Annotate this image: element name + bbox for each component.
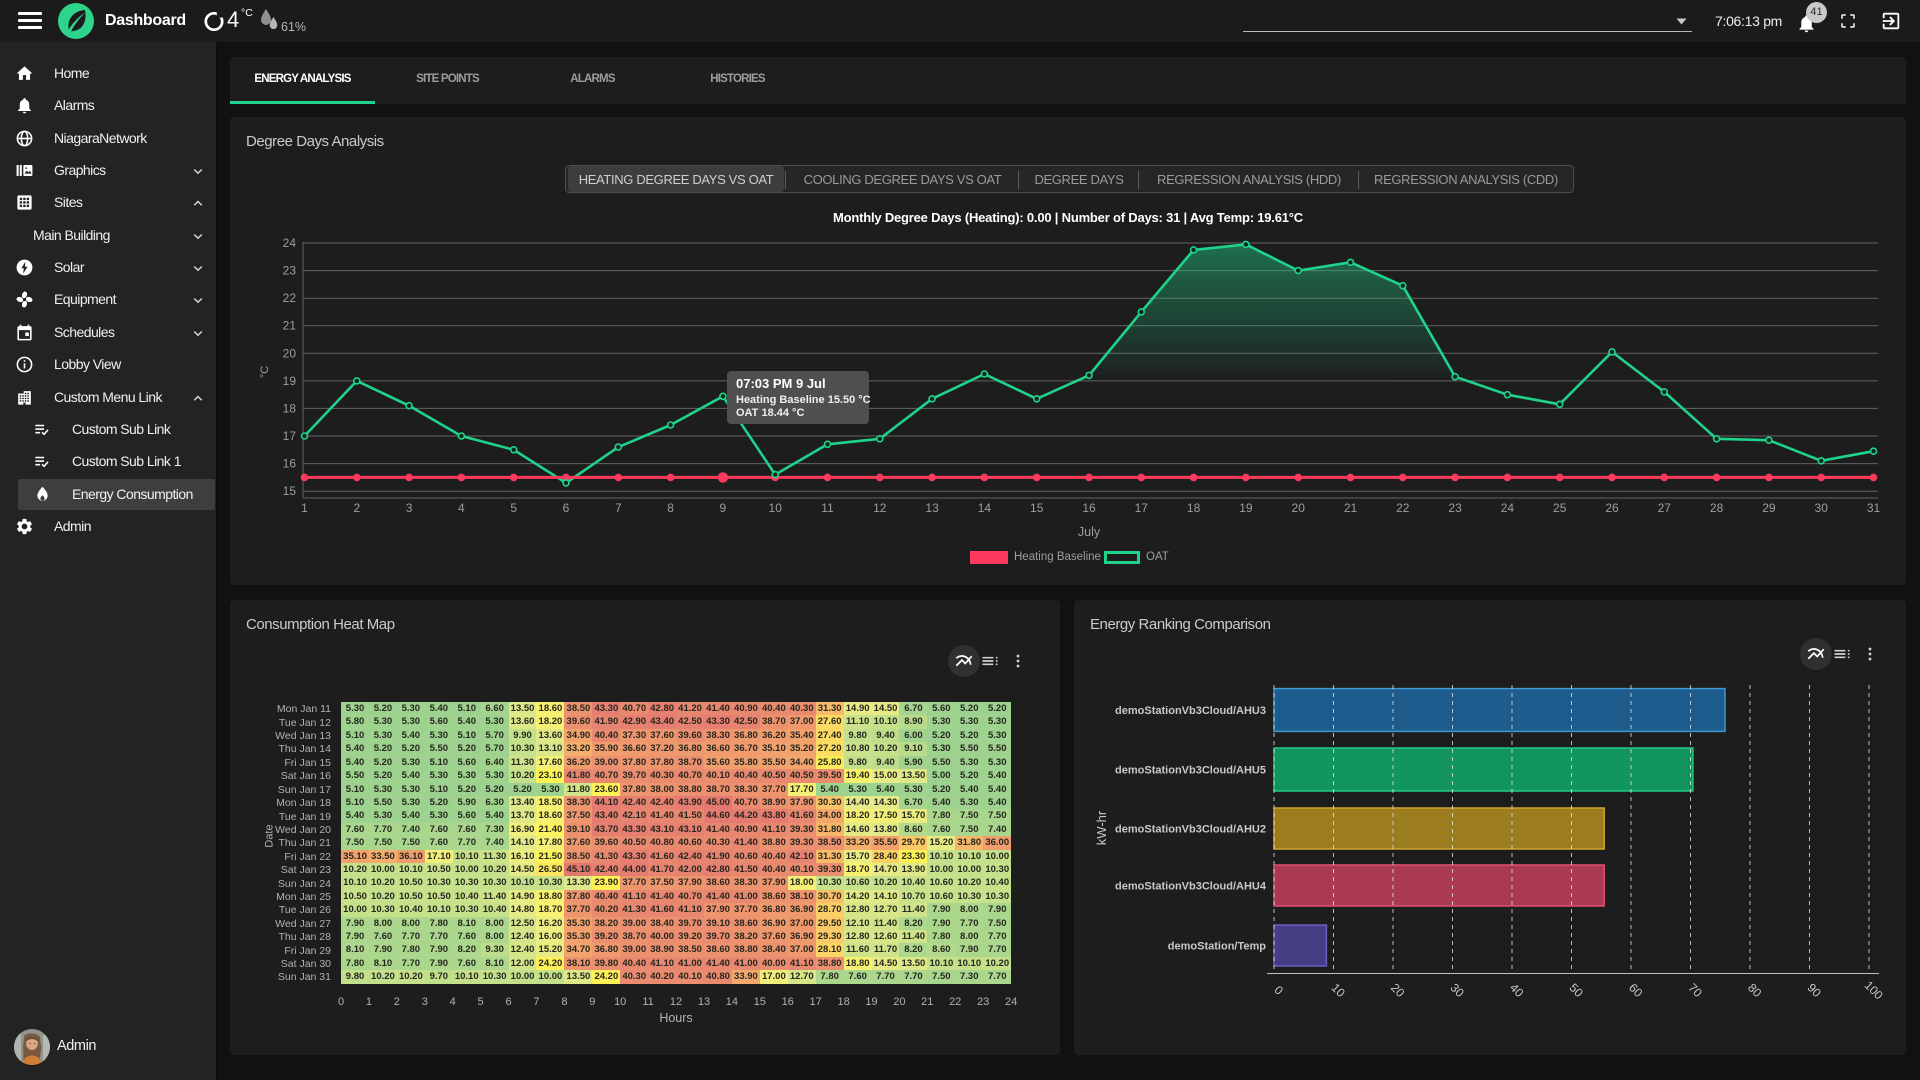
svg-text:19: 19 — [1239, 501, 1253, 515]
svg-text:25: 25 — [1553, 501, 1567, 515]
svg-text:27: 27 — [1658, 501, 1672, 515]
svg-text:demoStationVb3Cloud/AHU2: demoStationVb3Cloud/AHU2 — [1115, 824, 1266, 836]
svg-text:21: 21 — [283, 319, 297, 333]
svg-text:11: 11 — [821, 501, 834, 515]
svg-text:3: 3 — [406, 501, 413, 515]
svg-text:16: 16 — [283, 457, 297, 471]
svg-text:22: 22 — [1396, 501, 1410, 515]
svg-text:demoStationVb3Cloud/AHU3: demoStationVb3Cloud/AHU3 — [1115, 705, 1266, 717]
svg-text:16: 16 — [1082, 501, 1096, 515]
svg-text:18: 18 — [1187, 501, 1201, 515]
svg-text:17: 17 — [1135, 501, 1149, 515]
svg-text:8: 8 — [667, 501, 674, 515]
svg-text:demoStation/Temp: demoStation/Temp — [1168, 941, 1266, 953]
svg-text:23: 23 — [1448, 501, 1462, 515]
svg-text:15: 15 — [1030, 501, 1044, 515]
svg-text:July: July — [1078, 525, 1101, 539]
svg-text:14: 14 — [978, 501, 992, 515]
svg-text:7: 7 — [615, 501, 622, 515]
svg-text:demoStationVb3Cloud/AHU5: demoStationVb3Cloud/AHU5 — [1115, 765, 1266, 777]
svg-text:20: 20 — [1292, 501, 1306, 515]
svg-text:9: 9 — [720, 501, 727, 515]
svg-text:20: 20 — [1388, 981, 1408, 1001]
svg-text:10: 10 — [1329, 981, 1349, 1001]
svg-text:70: 70 — [1686, 981, 1706, 1001]
svg-text:20: 20 — [283, 346, 297, 360]
svg-text:40: 40 — [1507, 981, 1527, 1001]
svg-text:90: 90 — [1805, 981, 1825, 1001]
svg-text:30: 30 — [1815, 501, 1829, 515]
svg-text:60: 60 — [1626, 981, 1646, 1001]
svg-text:18: 18 — [283, 401, 297, 415]
svg-text:30: 30 — [1448, 981, 1468, 1001]
svg-text:12: 12 — [873, 501, 887, 515]
svg-text:28: 28 — [1710, 501, 1724, 515]
svg-text:0: 0 — [1271, 983, 1286, 998]
svg-text:23: 23 — [283, 264, 297, 278]
svg-text:1: 1 — [301, 501, 308, 515]
svg-text:2: 2 — [353, 501, 360, 515]
svg-text:22: 22 — [283, 291, 297, 305]
svg-text:5: 5 — [510, 501, 517, 515]
svg-text:21: 21 — [1344, 501, 1358, 515]
svg-text:19: 19 — [283, 374, 297, 388]
svg-text:15: 15 — [283, 484, 297, 498]
svg-text:kW-hr: kW-hr — [1094, 810, 1109, 845]
svg-text:100: 100 — [1862, 978, 1886, 1002]
svg-text:4: 4 — [458, 501, 465, 515]
svg-text:31: 31 — [1867, 501, 1881, 515]
svg-text:demoStationVb3Cloud/AHU4: demoStationVb3Cloud/AHU4 — [1115, 881, 1267, 893]
svg-text:29: 29 — [1762, 501, 1776, 515]
svg-text:50: 50 — [1567, 981, 1587, 1001]
svg-text:26: 26 — [1605, 501, 1619, 515]
svg-text:24: 24 — [283, 236, 297, 250]
svg-text:6: 6 — [563, 501, 570, 515]
svg-text:10: 10 — [769, 501, 783, 515]
svg-text:80: 80 — [1745, 981, 1765, 1001]
svg-text:24: 24 — [1501, 501, 1515, 515]
svg-text:17: 17 — [283, 429, 297, 443]
svg-text:13: 13 — [925, 501, 939, 515]
svg-text:°C: °C — [259, 366, 271, 378]
